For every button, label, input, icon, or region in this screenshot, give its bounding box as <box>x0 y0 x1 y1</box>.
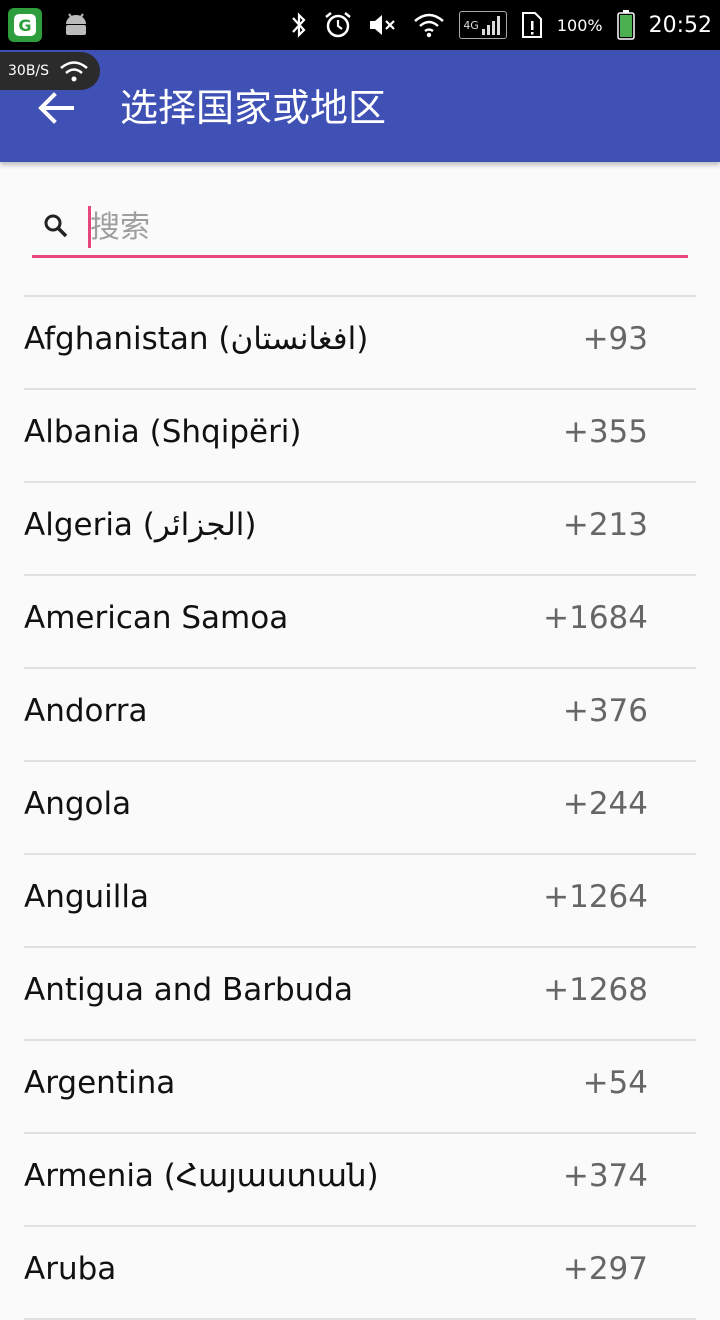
country-dial-code: +1684 <box>543 600 648 636</box>
country-row[interactable]: Algeria (الجزائر) +213 <box>24 483 696 576</box>
cellular-signal-icon: 4G <box>459 11 507 39</box>
wifi-icon <box>414 13 445 38</box>
search-icon <box>44 214 68 238</box>
alarm-icon <box>325 12 352 38</box>
country-dial-code: +1264 <box>543 879 648 915</box>
country-dial-code: +297 <box>562 1251 648 1287</box>
network-type-label: 4G <box>463 18 479 32</box>
country-dial-code: +376 <box>562 693 648 729</box>
search-input[interactable] <box>90 204 680 250</box>
country-name: Antigua and Barbuda <box>24 972 353 1008</box>
country-dial-code: +93 <box>582 321 648 357</box>
country-name: American Samoa <box>24 600 289 636</box>
battery-icon <box>616 10 635 40</box>
country-dial-code: +355 <box>562 414 648 450</box>
network-speed-indicator[interactable]: 30B/S <box>0 52 100 90</box>
country-row[interactable]: Argentina +54 <box>24 1041 696 1134</box>
sim-alert-icon <box>521 12 542 38</box>
android-icon <box>66 13 86 35</box>
back-arrow-icon[interactable] <box>36 88 76 128</box>
country-row[interactable]: Andorra +376 <box>24 669 696 762</box>
mute-icon <box>370 15 396 35</box>
country-name: Afghanistan (افغانستان) <box>24 321 369 357</box>
country-name: Algeria (الجزائر) <box>24 507 257 543</box>
country-dial-code: +54 <box>582 1065 648 1101</box>
country-dial-code: +1268 <box>543 972 648 1008</box>
country-row[interactable]: Afghanistan (افغانستان) +93 <box>24 297 696 390</box>
bluetooth-icon <box>292 12 306 38</box>
network-speed-label: 30B/S <box>8 63 50 79</box>
status-bar: G 4G 100% 20:52 <box>0 0 720 50</box>
clock: 20:52 <box>648 12 712 38</box>
search-bar <box>32 200 688 258</box>
app-bar: 选择国家或地区 <box>0 50 720 162</box>
country-name: Armenia (Հայաստան) <box>24 1158 379 1194</box>
country-row[interactable]: Angola +244 <box>24 762 696 855</box>
country-dial-code: +244 <box>562 786 648 822</box>
app-notification-icon: G <box>8 8 42 42</box>
country-name: Aruba <box>24 1251 117 1287</box>
country-row[interactable]: Anguilla +1264 <box>24 855 696 948</box>
country-row[interactable]: Armenia (Հայաստան) +374 <box>24 1134 696 1227</box>
country-row[interactable]: Albania (Shqipëri) +355 <box>24 390 696 483</box>
battery-percent: 100% <box>556 15 603 35</box>
country-row[interactable]: American Samoa +1684 <box>24 576 696 669</box>
country-dial-code: +374 <box>562 1158 648 1194</box>
country-name: Albania (Shqipëri) <box>24 414 302 450</box>
country-name: Angola <box>24 786 132 822</box>
country-row[interactable]: Antigua and Barbuda +1268 <box>24 948 696 1041</box>
country-name: Anguilla <box>24 879 150 915</box>
country-name: Andorra <box>24 693 148 729</box>
wifi-icon <box>60 61 88 82</box>
country-name: Argentina <box>24 1065 176 1101</box>
country-row[interactable]: Aruba +297 <box>24 1227 696 1320</box>
country-list: Afghanistan (افغانستان) +93 Albania (Shqip… <box>24 295 696 1320</box>
page-title: 选择国家或地区 <box>120 86 387 130</box>
country-dial-code: +213 <box>562 507 648 543</box>
